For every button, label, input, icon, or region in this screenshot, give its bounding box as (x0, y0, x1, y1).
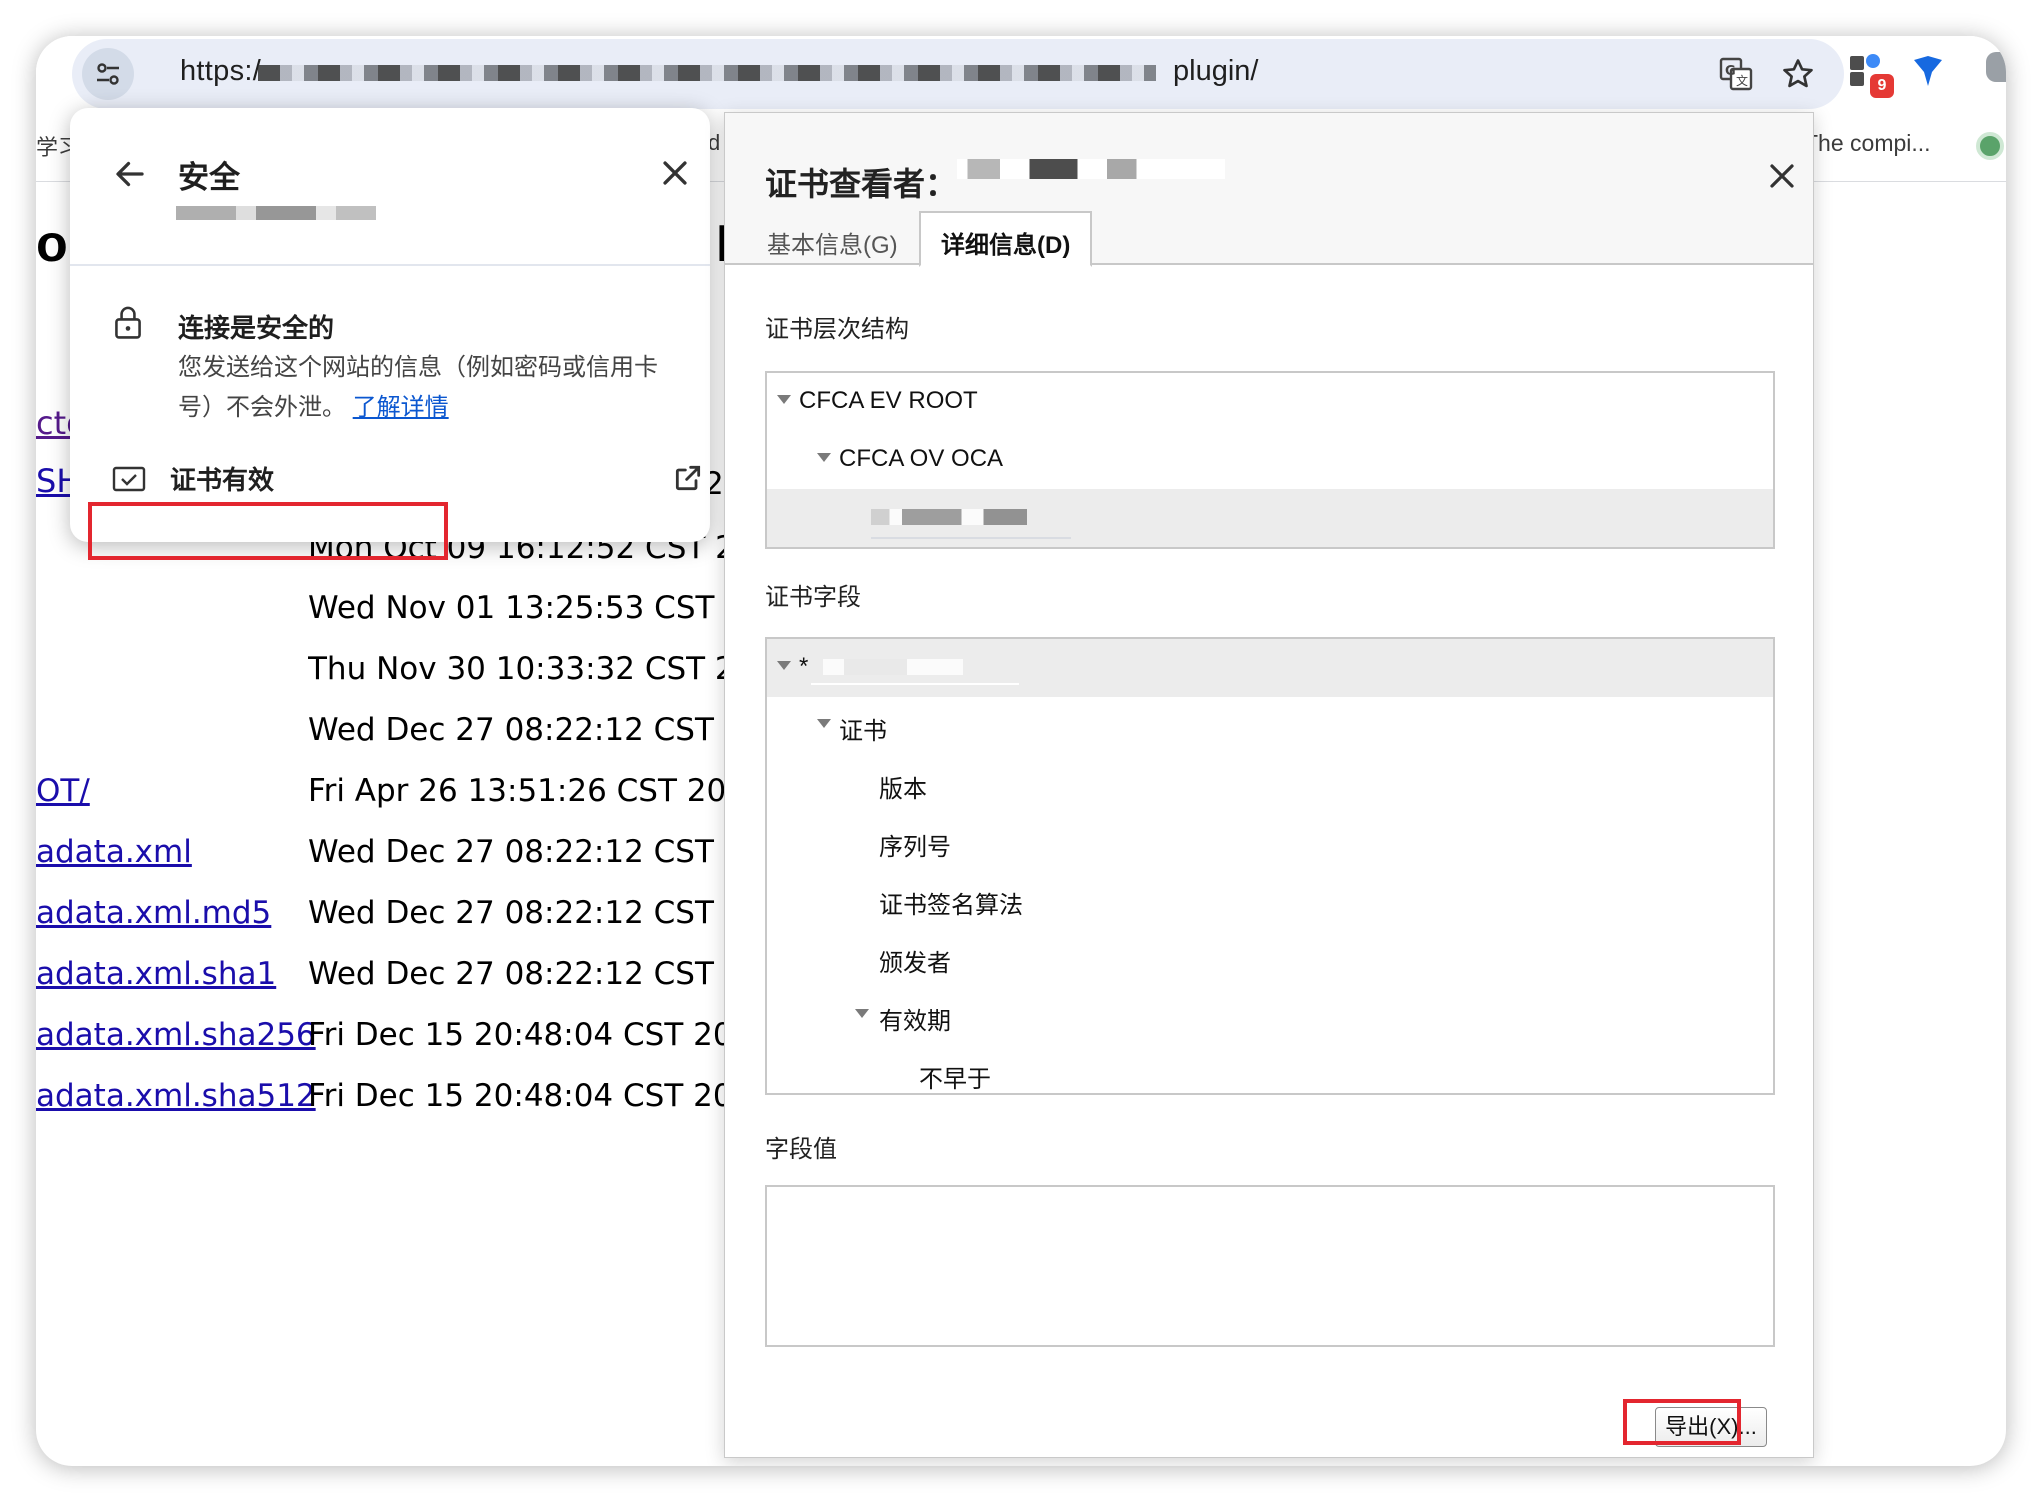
learn-more-link[interactable]: 了解详情 (353, 394, 449, 421)
url-suffix[interactable]: plugin/ (1173, 55, 1258, 88)
field-node-label: * (799, 653, 809, 680)
fields-label: 证书字段 (765, 584, 861, 611)
file-link[interactable]: adata.xml.md5 (36, 895, 271, 931)
close-icon[interactable] (1767, 161, 1797, 191)
field-node[interactable]: 颁发者 (767, 929, 1773, 987)
security-title: 安全 (178, 160, 240, 195)
hierarchy-node-selected[interactable] (767, 489, 1773, 547)
page-heading-left: o (36, 215, 68, 273)
bookmark-favicon (1976, 132, 2004, 160)
certificate-valid-label[interactable]: 证书有效 (170, 460, 274, 497)
back-arrow-icon[interactable] (112, 156, 148, 192)
field-node-label: 证书 (839, 718, 887, 745)
hierarchy-label: 证书层次结构 (765, 316, 909, 343)
svg-text:文: 文 (1736, 73, 1748, 88)
connection-secure-desc: 您发送给这个网站的信息（例如密码或信用卡号）不会外泄。 了解详情 (178, 348, 678, 428)
certificate-viewer-dialog: 证书查看者： 基本信息(G) 详细信息(D) 证书层次结构 CFCA EV RO… (724, 112, 1814, 1458)
subject-redacted (957, 159, 1225, 179)
file-date: Wed Dec 27 08:22:12 CST 2023 (308, 956, 756, 992)
tab-general[interactable]: 基本信息(G) (747, 213, 918, 265)
hierarchy-node[interactable]: CFCA EV ROOT (767, 373, 1773, 431)
tab-bar: 基本信息(G) 详细信息(D) (725, 203, 1813, 267)
field-root-redacted (823, 659, 963, 675)
browser-window: https:/ plugin/ G 文 9 学习 d The compi... … (36, 36, 2006, 1466)
site-info-button[interactable] (82, 48, 134, 100)
divider (70, 264, 710, 266)
vpn-extension-icon[interactable] (1908, 52, 1948, 92)
file-date: Wed Dec 27 08:22:12 CST 2023 (308, 834, 756, 870)
profile-icon[interactable] (1986, 52, 2006, 92)
expand-triangle-icon[interactable] (777, 661, 791, 670)
field-value-textarea[interactable] (765, 1185, 1775, 1347)
connection-secure-title: 连接是安全的 (178, 313, 335, 343)
field-value-label: 字段值 (765, 1136, 837, 1163)
certificate-hierarchy-tree[interactable]: CFCA EV ROOT CFCA OV OCA (765, 371, 1775, 549)
field-node[interactable]: 证书 (767, 697, 1773, 755)
dialog-title: 证书查看者： (765, 166, 958, 202)
url-prefix[interactable]: https:/ (180, 55, 261, 88)
url-redacted (258, 65, 1156, 81)
certificate-fields-tree[interactable]: * 证书 版本 序列号 证书签名算法 颁发者 有效期 不早于 (765, 637, 1775, 1095)
highlight-box-cert-valid (88, 502, 448, 560)
lock-icon (115, 306, 141, 339)
leaf-cert-redacted (871, 509, 1027, 525)
site-name-redacted (176, 206, 376, 220)
file-date: Fri Apr 26 13:51:26 CST 2024 (308, 773, 756, 809)
file-link[interactable]: adata.xml.sha1 (36, 956, 276, 992)
file-link[interactable]: adata.xml.sha512 (36, 1078, 316, 1114)
tune-icon (97, 63, 119, 85)
hierarchy-node[interactable]: CFCA OV OCA (767, 431, 1773, 489)
file-date: Wed Dec 27 08:22:12 CST 2023 (308, 895, 756, 931)
bookmark-item-the-compiler[interactable]: The compi... (1804, 130, 1931, 157)
file-link[interactable]: adata.xml (36, 834, 192, 870)
field-node-label: 版本 (879, 776, 927, 803)
file-link[interactable]: OT/ (36, 773, 90, 809)
field-node[interactable]: 序列号 (767, 813, 1773, 871)
certificate-icon (112, 466, 146, 492)
hierarchy-node-label: CFCA EV ROOT (799, 387, 978, 414)
field-node[interactable]: 有效期 (767, 987, 1773, 1045)
security-popup: 安全 连接是安全的 您发送给这个网站的信息（例如密码或信用卡号）不会外泄。 了解… (70, 108, 710, 560)
file-date: Fri Dec 15 20:48:04 CST 2023 (308, 1078, 756, 1114)
field-node[interactable]: 版本 (767, 755, 1773, 813)
close-icon[interactable] (658, 156, 692, 190)
divider (871, 537, 1071, 539)
file-date: Fri Dec 15 20:48:04 CST 2023 (308, 1017, 756, 1053)
field-node-label: 证书签名算法 (879, 892, 1023, 919)
divider (811, 683, 1019, 685)
expand-triangle-icon[interactable] (777, 395, 791, 404)
browser-toolbar: https:/ plugin/ G 文 9 (36, 36, 2006, 109)
address-bar[interactable]: https:/ plugin/ G 文 (72, 39, 1844, 109)
dialog-header: 证书查看者： (725, 113, 1813, 203)
svg-text:G: G (1725, 64, 1736, 79)
expand-triangle-icon[interactable] (817, 453, 831, 462)
hierarchy-node-label: CFCA OV OCA (839, 445, 1004, 472)
open-external-icon[interactable] (672, 462, 704, 494)
extension-badge: 9 (1870, 74, 1894, 98)
tab-details[interactable]: 详细信息(D) (919, 211, 1093, 267)
expand-triangle-icon[interactable] (817, 719, 831, 728)
extensions-icon[interactable]: 9 (1848, 52, 1894, 98)
file-link[interactable]: adata.xml.sha256 (36, 1017, 316, 1053)
field-node-label: 不早于 (919, 1066, 991, 1093)
field-node-label: 序列号 (879, 834, 951, 861)
field-node[interactable]: 不早于 (767, 1045, 1773, 1093)
expand-triangle-icon[interactable] (855, 1009, 869, 1018)
listing-date: Wed Dec 27 08:22:12 CST 2023 (308, 712, 756, 748)
field-node-label: 颁发者 (879, 950, 951, 977)
translate-icon[interactable]: G 文 (1716, 54, 1756, 94)
highlight-box-export (1623, 1399, 1741, 1445)
listing-date: Thu Nov 30 10:33:32 CST 2023 (308, 651, 756, 687)
field-node[interactable]: 证书签名算法 (767, 871, 1773, 929)
listing-date: Wed Nov 01 13:25:53 CST 2023 (308, 590, 756, 626)
star-icon[interactable] (1778, 54, 1818, 94)
field-node-root[interactable]: * (767, 639, 1773, 697)
field-node-label: 有效期 (879, 1008, 951, 1035)
